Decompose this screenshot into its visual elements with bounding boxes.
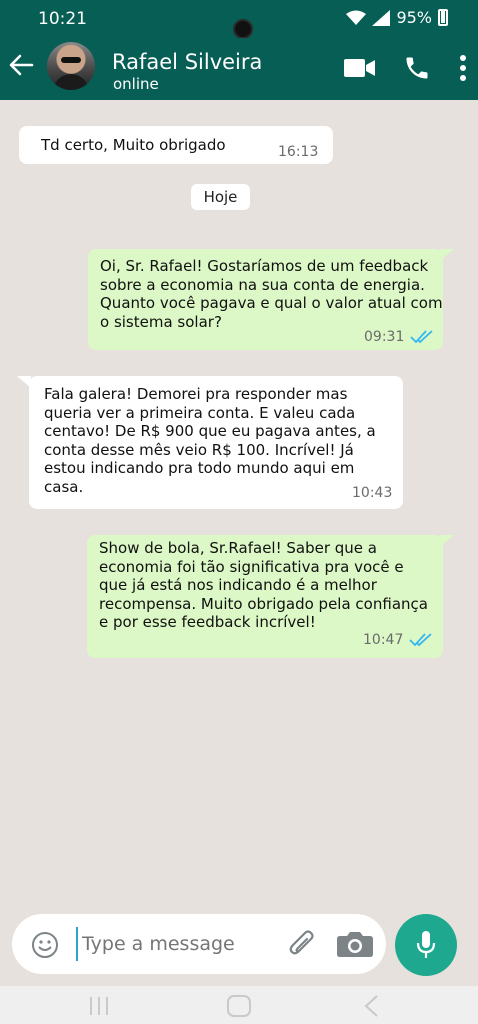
message-input[interactable]: [82, 933, 282, 955]
chat-header: Rafael Silveira online: [0, 38, 478, 100]
message-time: 09:31: [364, 329, 405, 345]
back-arrow-icon[interactable]: [6, 50, 36, 80]
message-time: 16:13: [278, 144, 319, 160]
contact-name[interactable]: Rafael Silveira: [112, 50, 262, 74]
front-camera: [233, 19, 253, 39]
message-time: 10:47: [363, 632, 404, 648]
more-vert-icon[interactable]: [459, 54, 467, 82]
phone-icon[interactable]: [403, 54, 431, 82]
status-icons: 95%: [346, 8, 448, 27]
read-ticks-icon: [409, 633, 432, 647]
recent-apps-icon[interactable]: [88, 996, 110, 1016]
message-text: Td certo, Muito obrigado: [41, 136, 226, 154]
back-nav-icon[interactable]: [362, 994, 380, 1018]
message-text: Oi, Sr. Rafael! Gostaríamos de um feedba…: [100, 257, 443, 331]
message-incoming[interactable]: Td certo, Muito obrigado 16:13: [19, 126, 333, 164]
contact-status: online: [113, 75, 159, 93]
attach-icon[interactable]: [288, 928, 318, 960]
mic-button[interactable]: [395, 914, 457, 976]
home-icon[interactable]: [226, 994, 252, 1018]
text-cursor: [76, 927, 78, 961]
bubble-tail: [440, 249, 454, 261]
message-outgoing[interactable]: Show de bola, Sr.Rafael! Saber que a eco…: [87, 535, 443, 658]
bubble-tail: [440, 535, 454, 547]
date-separator: Hoje: [191, 184, 250, 210]
video-call-icon[interactable]: [344, 58, 376, 78]
message-text: Show de bola, Sr.Rafael! Saber que a eco…: [99, 539, 428, 631]
mic-icon: [416, 931, 436, 958]
avatar[interactable]: [47, 42, 95, 90]
read-ticks-icon: [410, 330, 433, 344]
system-nav-bar: [0, 986, 478, 1024]
message-composer: [12, 914, 386, 974]
signal-icon: [372, 9, 391, 26]
emoji-icon[interactable]: [31, 931, 59, 959]
status-bar: 10:21 95%: [0, 0, 478, 39]
message-text: Fala galera! Demorei pra responder mas q…: [44, 385, 376, 496]
status-time: 10:21: [38, 9, 87, 29]
battery-percent: 95%: [396, 8, 432, 27]
message-incoming[interactable]: Fala galera! Demorei pra responder mas q…: [29, 376, 403, 509]
camera-icon[interactable]: [336, 930, 374, 958]
wifi-icon: [346, 10, 367, 25]
message-outgoing[interactable]: Oi, Sr. Rafael! Gostaríamos de um feedba…: [88, 249, 443, 350]
message-time: 10:43: [352, 485, 393, 501]
battery-icon: [438, 9, 448, 26]
